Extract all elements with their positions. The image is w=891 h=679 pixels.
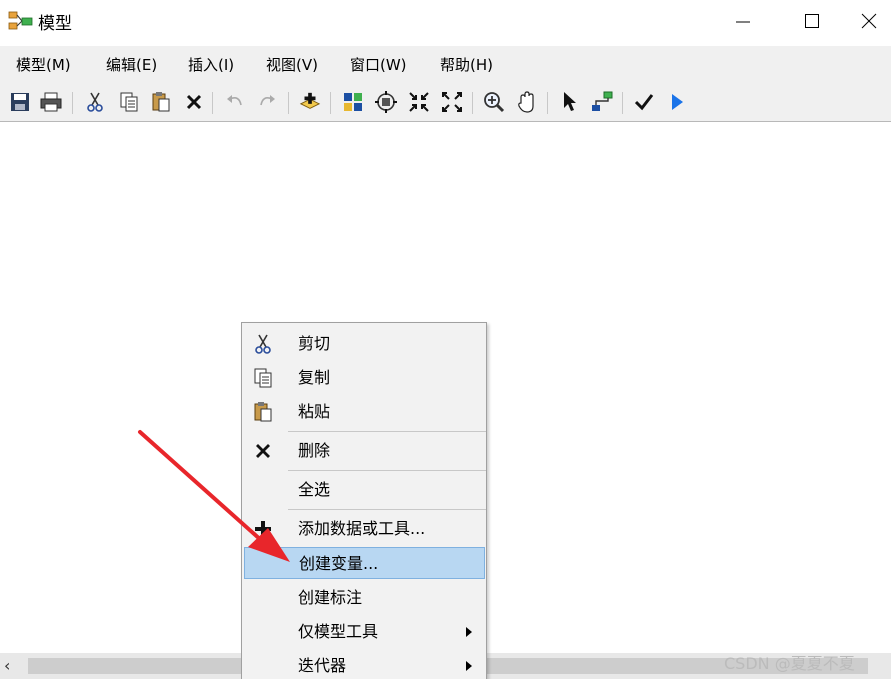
menu-item-add-data[interactable]: 添加数据或工具... bbox=[244, 513, 485, 545]
menu-item-cut[interactable]: 剪切 bbox=[244, 328, 485, 360]
menu-item-iterators[interactable]: 迭代器 bbox=[244, 650, 485, 679]
cut-icon[interactable] bbox=[84, 91, 106, 113]
menu-separator bbox=[288, 470, 486, 471]
redo-icon[interactable] bbox=[256, 91, 278, 113]
close-icon bbox=[252, 440, 274, 462]
window-title: 模型 bbox=[38, 14, 72, 34]
scissors-icon bbox=[252, 333, 274, 355]
menu-edit[interactable]: 编辑(E) bbox=[106, 46, 157, 84]
minimize-button[interactable] bbox=[714, 0, 772, 42]
minimize-icon bbox=[736, 21, 750, 23]
menu-item-create-variable[interactable]: 创建变量... bbox=[244, 547, 485, 579]
model-icon bbox=[8, 11, 33, 30]
menu-item-model-only-tools[interactable]: 仅模型工具 bbox=[244, 616, 485, 648]
full-extent-icon[interactable] bbox=[375, 91, 397, 113]
watermark: CSDN @夏夏不夏 bbox=[724, 654, 855, 673]
menu-item-copy[interactable]: 复制 bbox=[244, 362, 485, 394]
menu-item-create-label[interactable]: 创建标注 bbox=[244, 582, 485, 614]
undo-icon[interactable] bbox=[224, 91, 246, 113]
fixed-zoom-out-icon[interactable] bbox=[441, 91, 463, 113]
save-icon[interactable] bbox=[9, 91, 31, 113]
menu-model[interactable]: 模型(M) bbox=[16, 46, 71, 84]
paste-icon bbox=[252, 401, 274, 423]
menu-item-paste[interactable]: 粘贴 bbox=[244, 396, 485, 428]
menu-help[interactable]: 帮助(H) bbox=[440, 46, 493, 84]
close-icon bbox=[861, 13, 877, 29]
close-button[interactable] bbox=[840, 0, 891, 42]
toolbar bbox=[0, 84, 891, 122]
menu-window[interactable]: 窗口(W) bbox=[350, 46, 407, 84]
maximize-icon bbox=[805, 14, 819, 28]
menu-item-label: 创建标注 bbox=[298, 588, 363, 607]
add-data-icon[interactable] bbox=[299, 91, 321, 113]
context-menu: 剪切 复制 粘贴 删除 全选 添加数据或工具... 创建变量... 创建标注 仅… bbox=[241, 322, 487, 679]
menu-item-label: 全选 bbox=[298, 480, 331, 499]
submenu-arrow-icon bbox=[466, 627, 472, 637]
copy-icon bbox=[252, 367, 274, 389]
delete-icon[interactable] bbox=[183, 91, 205, 113]
auto-layout-icon[interactable] bbox=[342, 91, 364, 113]
connect-icon[interactable] bbox=[591, 91, 613, 113]
menu-insert[interactable]: 插入(I) bbox=[188, 46, 234, 84]
menu-item-label: 添加数据或工具... bbox=[298, 519, 426, 538]
select-icon[interactable] bbox=[559, 91, 581, 113]
menu-bar: 模型(M) 编辑(E) 插入(I) 视图(V) 窗口(W) 帮助(H) bbox=[0, 46, 891, 84]
paste-icon[interactable] bbox=[150, 91, 172, 113]
menu-item-label: 创建变量... bbox=[299, 554, 379, 573]
menu-item-label: 仅模型工具 bbox=[298, 622, 379, 641]
menu-item-select-all[interactable]: 全选 bbox=[244, 474, 485, 506]
menu-item-label: 迭代器 bbox=[298, 656, 347, 675]
pan-icon[interactable] bbox=[516, 91, 538, 113]
menu-item-label: 删除 bbox=[298, 441, 331, 460]
title-bar: 模型 bbox=[0, 0, 891, 42]
menu-separator bbox=[288, 509, 486, 510]
scroll-left-icon[interactable]: ‹ bbox=[4, 657, 20, 675]
print-icon[interactable] bbox=[40, 91, 62, 113]
menu-item-delete[interactable]: 删除 bbox=[244, 435, 485, 467]
submenu-arrow-icon bbox=[466, 661, 472, 671]
run-icon[interactable] bbox=[666, 91, 688, 113]
menu-view[interactable]: 视图(V) bbox=[266, 46, 318, 84]
add-icon bbox=[252, 518, 274, 540]
validate-icon[interactable] bbox=[633, 91, 655, 113]
maximize-button[interactable] bbox=[783, 0, 841, 42]
menu-separator bbox=[288, 431, 486, 432]
menu-item-label: 粘贴 bbox=[298, 402, 331, 421]
zoom-in-icon[interactable] bbox=[483, 91, 505, 113]
menu-item-label: 剪切 bbox=[298, 334, 331, 353]
fixed-zoom-in-icon[interactable] bbox=[408, 91, 430, 113]
copy-icon[interactable] bbox=[118, 91, 140, 113]
menu-item-label: 复制 bbox=[298, 368, 331, 387]
